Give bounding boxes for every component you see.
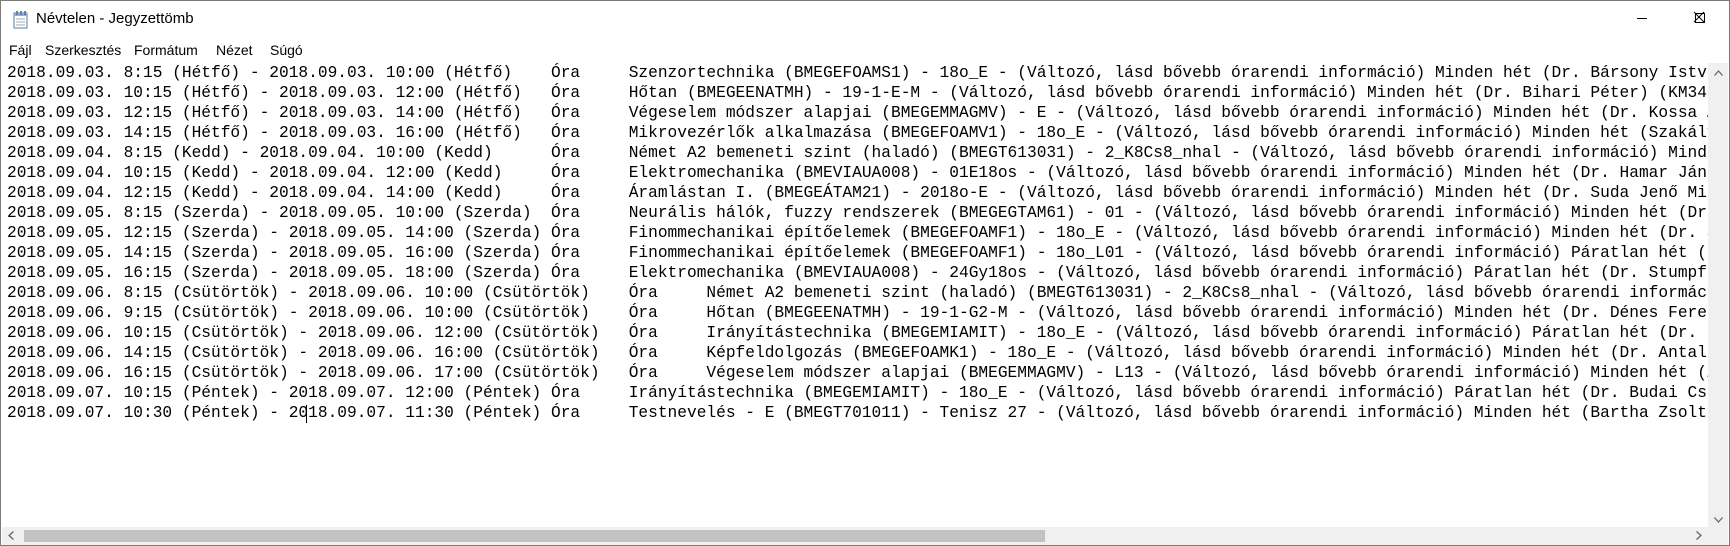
text-line: 2018.09.04. 10:15 (Kedd) - 2018.09.04. 1… [7,164,1708,182]
close-icon [1693,10,1705,28]
text-caret [306,405,307,423]
scroll-right-button[interactable] [1690,527,1708,545]
window-title: Névtelen - Jegyzettömb [36,10,194,27]
scroll-up-button[interactable] [1708,63,1728,80]
text-line: 2018.09.06. 10:15 (Csütörtök) - 2018.09.… [7,324,1708,342]
text-line: 2018.09.06. 14:15 (Csütörtök) - 2018.09.… [7,344,1708,362]
text-line: 2018.09.05. 16:15 (Szerda) - 2018.09.05.… [7,264,1708,282]
text-line: 2018.09.06. 8:15 (Csütörtök) - 2018.09.0… [7,284,1708,302]
text-line: 2018.09.07. 10:30 (Péntek) - 2018.09.07.… [7,404,1708,422]
close-button-glyph[interactable] [1670,0,1728,37]
scroll-left-icon [8,527,14,545]
menu-help[interactable]: Súgó [270,42,303,58]
horizontal-scroll-thumb[interactable] [24,530,1045,542]
text-line: 2018.09.03. 14:15 (Hétfő) - 2018.09.03. … [7,124,1708,142]
text-line: 2018.09.03. 10:15 (Hétfő) - 2018.09.03. … [7,84,1708,102]
notepad-icon [13,11,29,29]
menu-view[interactable]: Nézet [216,42,253,58]
notepad-window: Névtelen - Jegyzettömb Fájl Szerkesztés … [0,0,1730,546]
scroll-up-icon [1713,63,1723,81]
text-line: 2018.09.03. 8:15 (Hétfő) - 2018.09.03. 1… [7,64,1708,82]
vertical-scrollbar[interactable] [1708,63,1728,527]
text-line: 2018.09.06. 9:15 (Csütörtök) - 2018.09.0… [7,304,1708,322]
scroll-left-button[interactable] [2,527,20,545]
scroll-right-icon [1696,527,1702,545]
text-line: 2018.09.04. 8:15 (Kedd) - 2018.09.04. 10… [7,144,1708,162]
menu-file[interactable]: Fájl [9,42,32,58]
text-line: 2018.09.05. 14:15 (Szerda) - 2018.09.05.… [7,244,1708,262]
text-line: 2018.09.05. 8:15 (Szerda) - 2018.09.05. … [7,204,1708,222]
scroll-down-button[interactable] [1708,510,1728,527]
text-line: 2018.09.04. 12:15 (Kedd) - 2018.09.04. 1… [7,184,1708,202]
text-line: 2018.09.06. 16:15 (Csütörtök) - 2018.09.… [7,364,1708,382]
horizontal-scrollbar[interactable] [2,527,1708,545]
minimize-icon [1636,11,1648,29]
title-bar[interactable]: Névtelen - Jegyzettömb [1,1,1729,38]
text-line: 2018.09.05. 12:15 (Szerda) - 2018.09.05.… [7,224,1708,242]
menu-bar: Fájl Szerkesztés Formátum Nézet Súgó [1,38,1729,63]
menu-edit[interactable]: Szerkesztés [45,42,121,58]
menu-format[interactable]: Formátum [134,42,198,58]
text-line: 2018.09.07. 10:15 (Péntek) - 2018.09.07.… [7,384,1708,402]
scrollbar-corner [1708,527,1728,545]
scroll-down-icon [1713,510,1723,528]
text-line: 2018.09.03. 12:15 (Hétfő) - 2018.09.03. … [7,104,1708,122]
minimize-button[interactable] [1613,1,1671,38]
text-editor[interactable]: 2018.09.03. 8:15 (Hétfő) - 2018.09.03. 1… [2,63,1708,527]
